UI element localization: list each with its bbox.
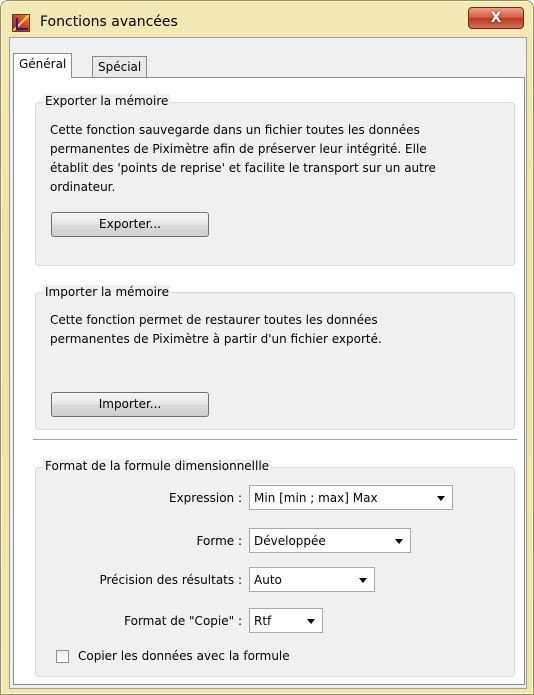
tab-general[interactable]: Général [13, 53, 73, 78]
format-group-title: Format de la formule dimensionnellle [43, 459, 272, 473]
precision-value: Auto [254, 573, 282, 587]
copy-with-formula-label[interactable]: Copier les données avec la formule [78, 649, 290, 663]
tab-special[interactable]: Spécial [92, 56, 148, 78]
expression-label: Expression : [169, 491, 242, 505]
copie-format-label: Format de "Copie" : [124, 614, 242, 628]
precision-select[interactable]: Auto [249, 567, 375, 592]
copie-format-select[interactable]: Rtf [249, 608, 323, 633]
expression-select[interactable]: Min [min ; max] Max [249, 485, 453, 510]
export-description: Cette fonction sauvegarde dans un fichie… [50, 121, 436, 197]
precision-label: Précision des résultats : [99, 573, 242, 587]
import-button[interactable]: Importer... [51, 392, 209, 417]
section-divider [33, 439, 517, 441]
export-description-line: établit des 'points de reprise' et facil… [50, 161, 436, 175]
export-group-title: Exporter la mémoire [43, 94, 171, 108]
forme-label: Forme : [196, 534, 242, 548]
export-description-line: permanentes de Piximètre afin de préserv… [50, 142, 427, 156]
close-button[interactable]: X [468, 7, 524, 29]
forme-select[interactable]: Développée [249, 528, 411, 553]
window-title: Fonctions avancées [40, 14, 178, 30]
forme-value: Développée [254, 534, 326, 548]
chevron-down-icon [437, 496, 445, 501]
chevron-down-icon [359, 578, 367, 583]
import-group-title: Importer la mémoire [43, 285, 171, 299]
chevron-down-icon [395, 539, 403, 544]
export-description-line: Cette fonction sauvegarde dans un fichie… [50, 123, 420, 137]
title-bar[interactable]: Fonctions avancées X [1, 1, 534, 37]
copy-with-formula-checkbox[interactable] [56, 650, 69, 663]
import-description-line: permanentes de Piximètre à partir d'un f… [50, 332, 382, 346]
dialog-window: Fonctions avancées X Général Spécial Exp… [0, 0, 534, 695]
export-description-line: ordinateur. [50, 180, 116, 194]
import-description: Cette fonction permet de restaurer toute… [50, 311, 382, 349]
copie-format-value: Rtf [254, 614, 272, 628]
expression-value: Min [min ; max] Max [254, 491, 378, 505]
chevron-down-icon [307, 619, 315, 624]
import-description-line: Cette fonction permet de restaurer toute… [50, 313, 378, 327]
piximetre-app-icon [12, 14, 30, 32]
export-button[interactable]: Exporter... [51, 212, 209, 237]
